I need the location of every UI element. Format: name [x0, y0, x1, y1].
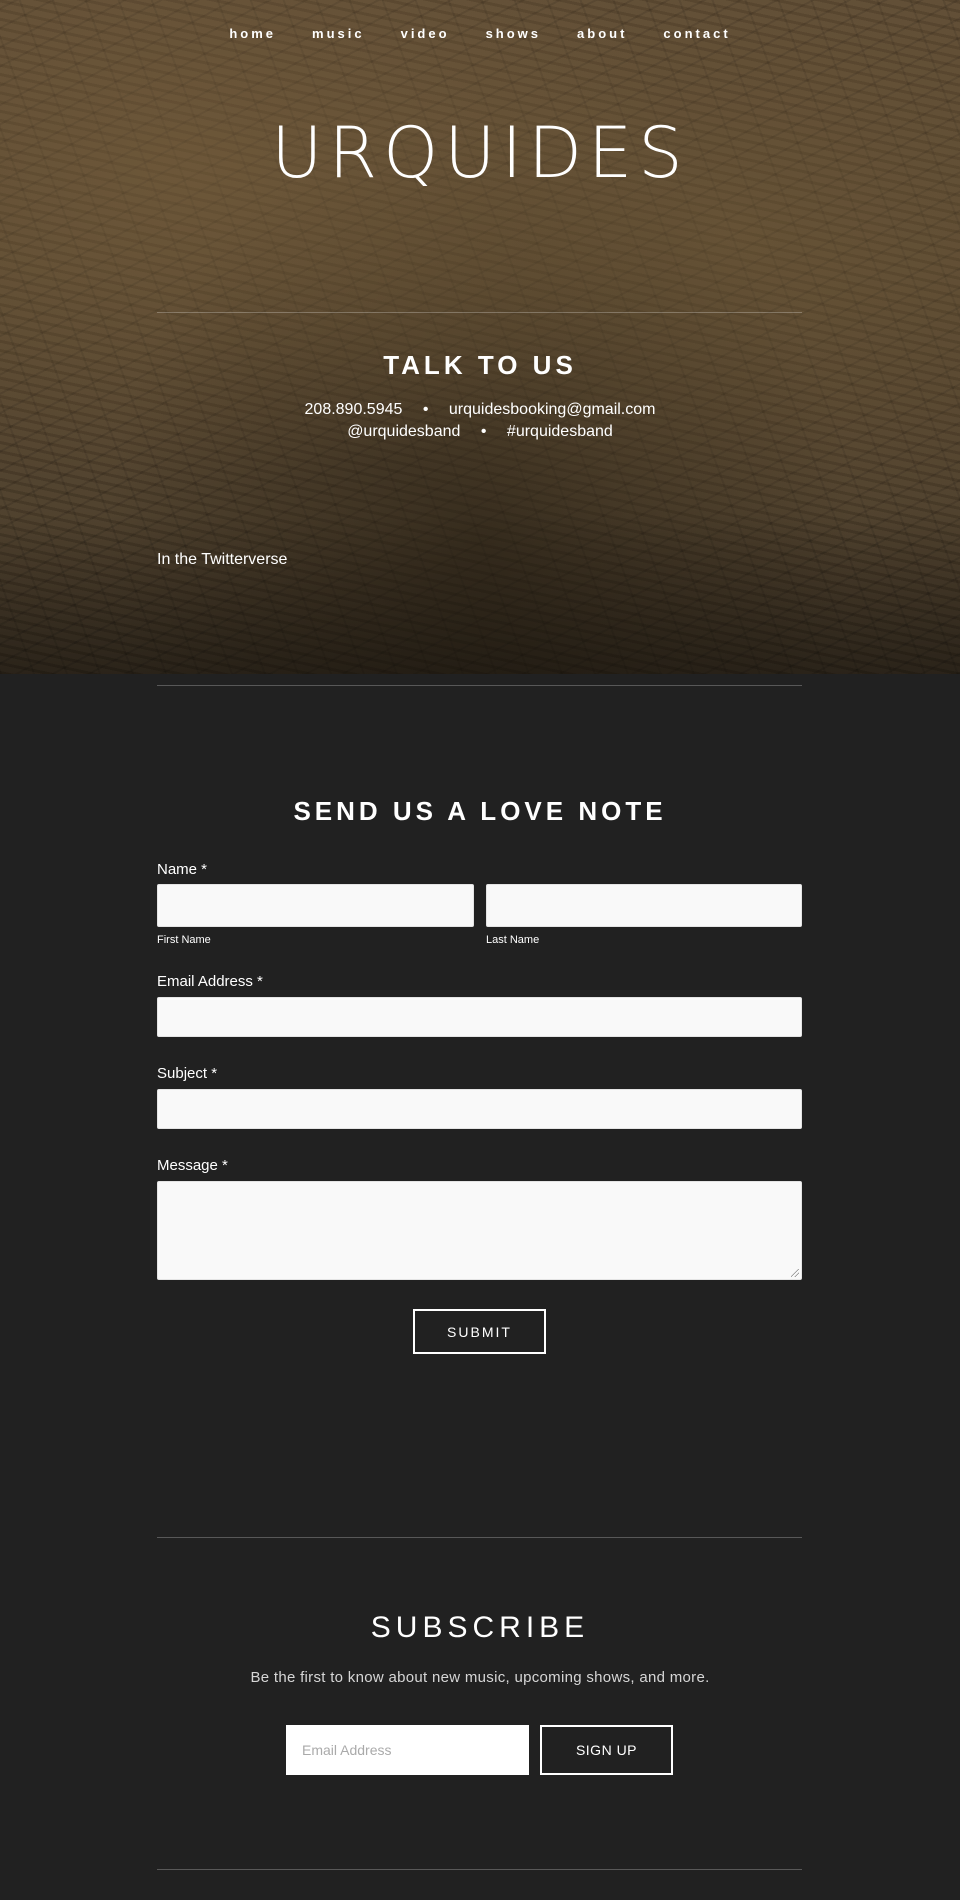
bullet-separator: •	[480, 423, 487, 440]
nav-item-about[interactable]: about	[577, 26, 627, 41]
subscribe-email-input[interactable]: Email Address	[286, 1725, 529, 1775]
phone-number: 208.890.5945	[304, 401, 403, 418]
contact-line-1: 208.890.5945 • urquidesbooking@gmail.com	[0, 401, 960, 419]
social-handle-link[interactable]: @urquidesband	[347, 423, 460, 440]
nav-item-contact[interactable]: contact	[663, 26, 730, 41]
booking-email-link[interactable]: urquidesbooking@gmail.com	[449, 401, 656, 418]
hero-section: home music video shows about contact URQ…	[0, 0, 960, 674]
subject-label: Subject *	[157, 1065, 218, 1082]
name-label: Name *	[157, 861, 208, 878]
site-title[interactable]: URQUIDES	[0, 112, 960, 194]
first-name-field[interactable]	[157, 884, 474, 927]
bullet-separator: •	[422, 401, 429, 418]
last-name-field[interactable]	[486, 884, 802, 927]
subject-field[interactable]	[157, 1089, 802, 1129]
email-field[interactable]	[157, 997, 802, 1037]
sign-up-button[interactable]: SIGN UP	[540, 1725, 673, 1775]
twitter-heading: In the Twitterverse	[157, 551, 288, 568]
contact-line-2: @urquidesband • #urquidesband	[0, 423, 960, 441]
message-label: Message *	[157, 1157, 228, 1174]
nav-item-video[interactable]: video	[401, 26, 450, 41]
message-textarea[interactable]	[157, 1181, 802, 1280]
nav-item-home[interactable]: home	[229, 26, 276, 41]
subscribe-description: Be the first to know about new music, up…	[250, 1669, 710, 1686]
submit-button[interactable]: SUBMIT	[413, 1309, 546, 1354]
nav-item-shows[interactable]: shows	[486, 26, 541, 41]
section-divider	[157, 1537, 802, 1538]
hashtag-link[interactable]: #urquidesband	[507, 423, 613, 440]
love-note-heading: SEND US A LOVE NOTE	[293, 796, 667, 826]
hero-shadow	[0, 514, 960, 674]
section-divider	[157, 685, 802, 686]
subscribe-heading: SUBSCRIBE	[370, 1611, 590, 1644]
nav-item-music[interactable]: music	[312, 26, 365, 41]
footer-divider	[157, 1869, 802, 1870]
main-nav: home music video shows about contact	[0, 26, 960, 41]
hero-divider	[157, 312, 802, 313]
last-name-sublabel: Last Name	[486, 934, 540, 946]
email-label: Email Address *	[157, 973, 263, 990]
resize-handle-icon[interactable]	[791, 1269, 799, 1277]
talk-to-us-heading: TALK TO US	[383, 350, 577, 380]
first-name-sublabel: First Name	[157, 934, 211, 946]
